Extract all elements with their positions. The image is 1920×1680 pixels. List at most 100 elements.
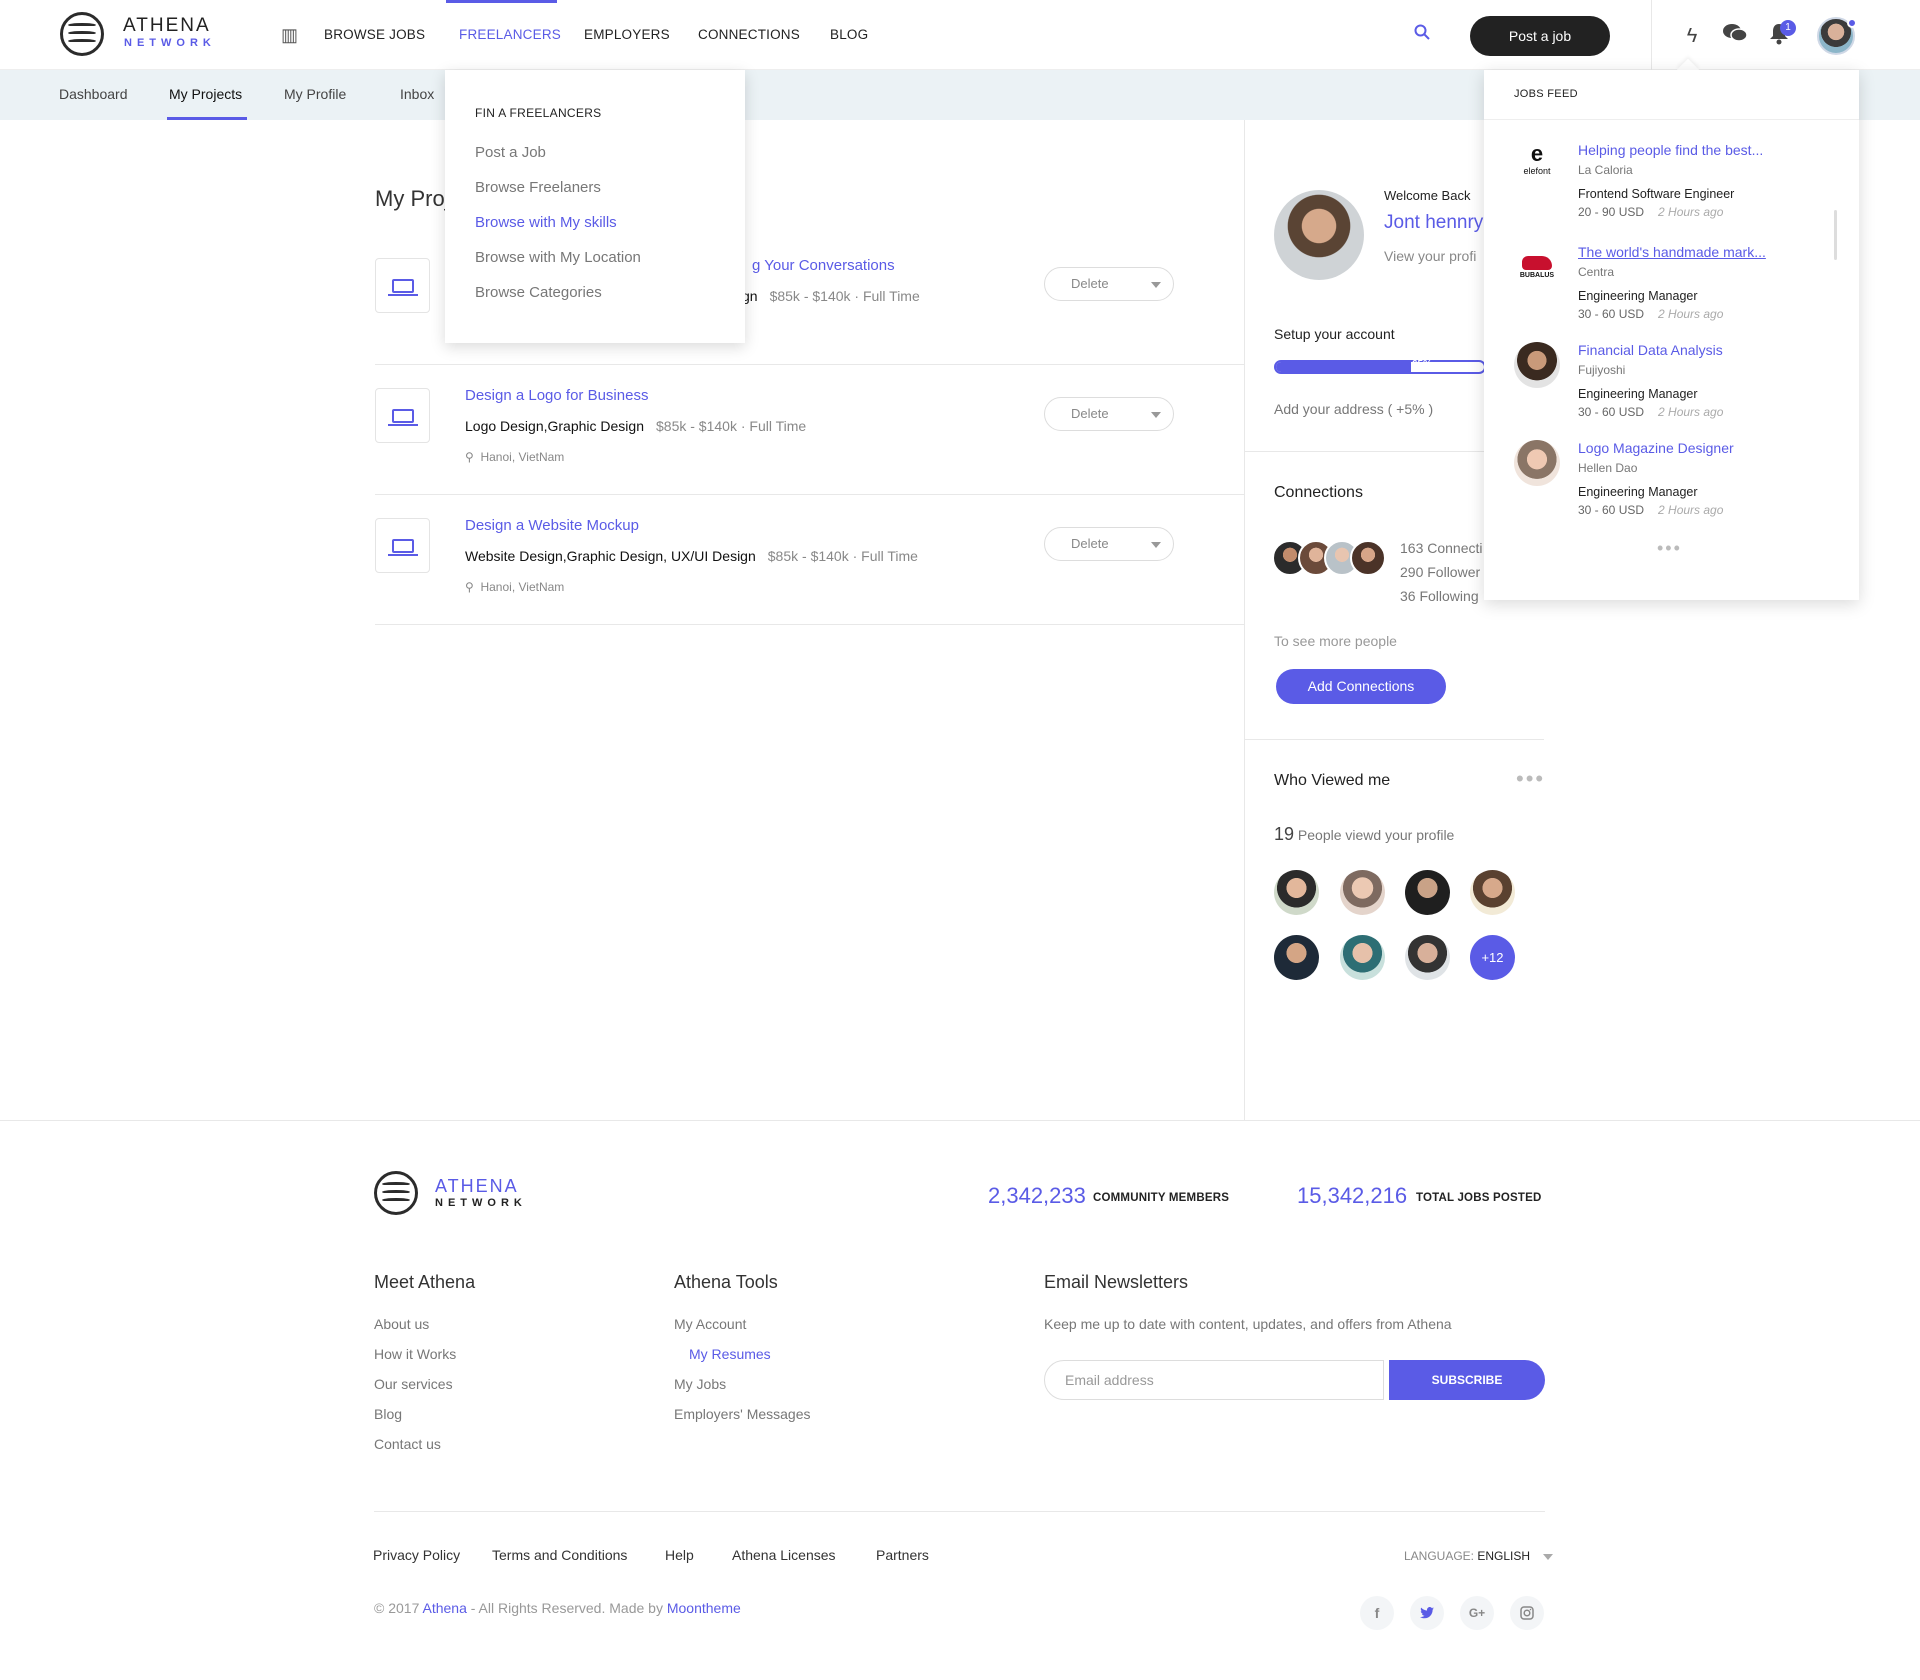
footer-divider — [0, 1120, 1920, 1121]
feed-more-icon[interactable]: ••• — [1657, 538, 1682, 559]
nav-connections[interactable]: CONNECTIONS — [698, 27, 800, 42]
feed-job-title[interactable]: Financial Data Analysis — [1578, 342, 1723, 358]
privacy-policy-link[interactable]: Privacy Policy — [373, 1547, 460, 1563]
header-divider — [1651, 0, 1652, 70]
footer-link-messages[interactable]: Employers' Messages — [674, 1406, 811, 1422]
dropdown-item-browse-freelancers[interactable]: Browse Freelaners — [475, 179, 601, 196]
jobs-feed-panel: JOBS FEED e elefont Helping people find … — [1484, 70, 1859, 600]
progress-label: 65% — [1412, 359, 1433, 370]
connection-avatar[interactable] — [1350, 540, 1386, 576]
company-logo-icon: e elefont — [1514, 142, 1560, 188]
nav-freelancers[interactable]: FREELANCERS — [459, 27, 561, 42]
feed-pay: 30 - 60 USD 2 Hours ago — [1578, 405, 1723, 419]
subscribe-button[interactable]: SUBSCRIBE — [1389, 1360, 1545, 1400]
footer-link-contact[interactable]: Contact us — [374, 1436, 441, 1452]
top-header: ATHENA NETWORK ▥ BROWSE JOBS FREELANCERS… — [0, 0, 1920, 70]
project-skills-text: Website Design,Graphic Design, UX/UI Des… — [465, 548, 756, 564]
add-address-link[interactable]: Add your address ( +5% ) — [1274, 401, 1433, 417]
more-options-icon[interactable]: ••• — [1516, 766, 1545, 792]
project-title[interactable]: Design a Website Mockup — [465, 517, 639, 534]
project-icon — [375, 258, 430, 313]
copyright-maker-link[interactable]: Moontheme — [667, 1600, 741, 1616]
search-icon[interactable] — [1414, 24, 1430, 40]
setup-account-label: Setup your account — [1274, 326, 1395, 342]
facebook-icon[interactable]: f — [1360, 1596, 1394, 1630]
nav-blog[interactable]: BLOG — [830, 27, 868, 42]
terms-link[interactable]: Terms and Conditions — [492, 1547, 627, 1563]
nav-browse-jobs[interactable]: BROWSE JOBS — [324, 27, 425, 42]
view-profile-link[interactable]: View your profi — [1384, 248, 1476, 264]
total-jobs-label: TOTAL JOBS POSTED — [1416, 1192, 1542, 1204]
viewer-avatar[interactable] — [1405, 870, 1450, 915]
viewer-avatar[interactable] — [1274, 935, 1319, 980]
footer-link-blog[interactable]: Blog — [374, 1406, 402, 1422]
feed-job-title[interactable]: Helping people find the best... — [1578, 142, 1763, 158]
post-job-button[interactable]: Post a job — [1470, 16, 1610, 56]
lightning-icon[interactable]: ϟ — [1678, 22, 1706, 50]
subnav-dashboard[interactable]: Dashboard — [59, 86, 128, 102]
laptop-icon — [387, 408, 418, 426]
footer-link-about[interactable]: About us — [374, 1316, 429, 1332]
google-plus-icon[interactable]: G+ — [1460, 1596, 1494, 1630]
viewer-avatar[interactable] — [1340, 870, 1385, 915]
viewer-avatar[interactable] — [1470, 870, 1515, 915]
freelancers-dropdown: FIN A FREELANCERS Post a Job Browse Free… — [445, 70, 745, 343]
delete-button[interactable]: Delete — [1044, 267, 1174, 301]
pay-range: 30 - 60 USD — [1578, 307, 1645, 321]
jobs-feed-heading: JOBS FEED — [1514, 88, 1578, 100]
copyright-brand-link[interactable]: Athena — [422, 1600, 466, 1616]
chat-icon[interactable] — [1721, 22, 1749, 50]
nav-employers[interactable]: EMPLOYERS — [584, 27, 670, 42]
athena-tools-title: Athena Tools — [674, 1272, 778, 1292]
dropdown-item-browse-skills[interactable]: Browse with My skills — [475, 214, 617, 231]
more-viewers-badge[interactable]: +12 — [1470, 935, 1515, 980]
twitter-icon[interactable] — [1410, 1596, 1444, 1630]
footer-link-services[interactable]: Our services — [374, 1376, 453, 1392]
project-icon — [375, 518, 430, 573]
footer-link-how[interactable]: How it Works — [374, 1346, 456, 1362]
laptop-icon — [387, 278, 418, 296]
project-title[interactable]: g Your Conversations — [752, 257, 895, 274]
subnav-inbox[interactable]: Inbox — [400, 86, 434, 102]
dropdown-item-browse-categories[interactable]: Browse Categories — [475, 284, 602, 301]
instagram-icon[interactable] — [1510, 1596, 1544, 1630]
viewer-avatar[interactable] — [1274, 870, 1319, 915]
feed-job-title[interactable]: The world's handmade mark... — [1578, 244, 1766, 260]
profile-photo[interactable] — [1274, 190, 1364, 280]
community-members-label: COMMUNITY MEMBERS — [1093, 1192, 1230, 1204]
feed-job-title[interactable]: Logo Magazine Designer — [1578, 440, 1734, 456]
add-connections-button[interactable]: Add Connections — [1276, 669, 1446, 704]
subnav-my-profile[interactable]: My Profile — [284, 86, 346, 102]
project-meta: $85k - $140k · Full Time — [769, 288, 920, 304]
language-label: LANGUAGE: — [1404, 1549, 1475, 1563]
partners-link[interactable]: Partners — [876, 1547, 929, 1563]
project-title[interactable]: Design a Logo for Business — [465, 387, 648, 404]
progress-fill — [1276, 362, 1412, 372]
email-input[interactable]: Email address — [1044, 1360, 1384, 1400]
footer-logo-icon[interactable] — [374, 1171, 418, 1215]
dropdown-item-browse-location[interactable]: Browse with My Location — [475, 249, 641, 266]
footer-link-account[interactable]: My Account — [674, 1316, 746, 1332]
viewed-text: People viewd your profile — [1297, 827, 1455, 843]
viewer-avatar[interactable] — [1340, 935, 1385, 980]
feed-scrollbar[interactable] — [1834, 210, 1837, 260]
page-title: My Proj — [375, 186, 450, 211]
dropdown-item-post-job[interactable]: Post a Job — [475, 144, 546, 161]
help-link[interactable]: Help — [665, 1547, 694, 1563]
subnav-my-projects[interactable]: My Projects — [169, 86, 242, 102]
footer-link-jobs[interactable]: My Jobs — [674, 1376, 726, 1392]
nav-active-indicator — [446, 0, 557, 3]
pay-range: 30 - 60 USD — [1578, 503, 1645, 517]
profile-name[interactable]: Jont hennry — [1384, 212, 1483, 234]
location-text: Hanoi, VietNam — [480, 580, 565, 594]
delete-button[interactable]: Delete — [1044, 527, 1174, 561]
delete-button[interactable]: Delete — [1044, 397, 1174, 431]
language-value: ENGLISH — [1477, 1549, 1531, 1563]
athena-logo-icon[interactable] — [60, 12, 104, 56]
viewer-avatar[interactable] — [1405, 935, 1450, 980]
language-selector[interactable]: LANGUAGE: ENGLISH — [1404, 1549, 1554, 1563]
brand-name[interactable]: ATHENA — [123, 15, 211, 37]
licenses-link[interactable]: Athena Licenses — [732, 1547, 836, 1563]
footer-link-resumes[interactable]: My Resumes — [689, 1346, 771, 1362]
footer-brand-name: ATHENA — [435, 1176, 519, 1196]
